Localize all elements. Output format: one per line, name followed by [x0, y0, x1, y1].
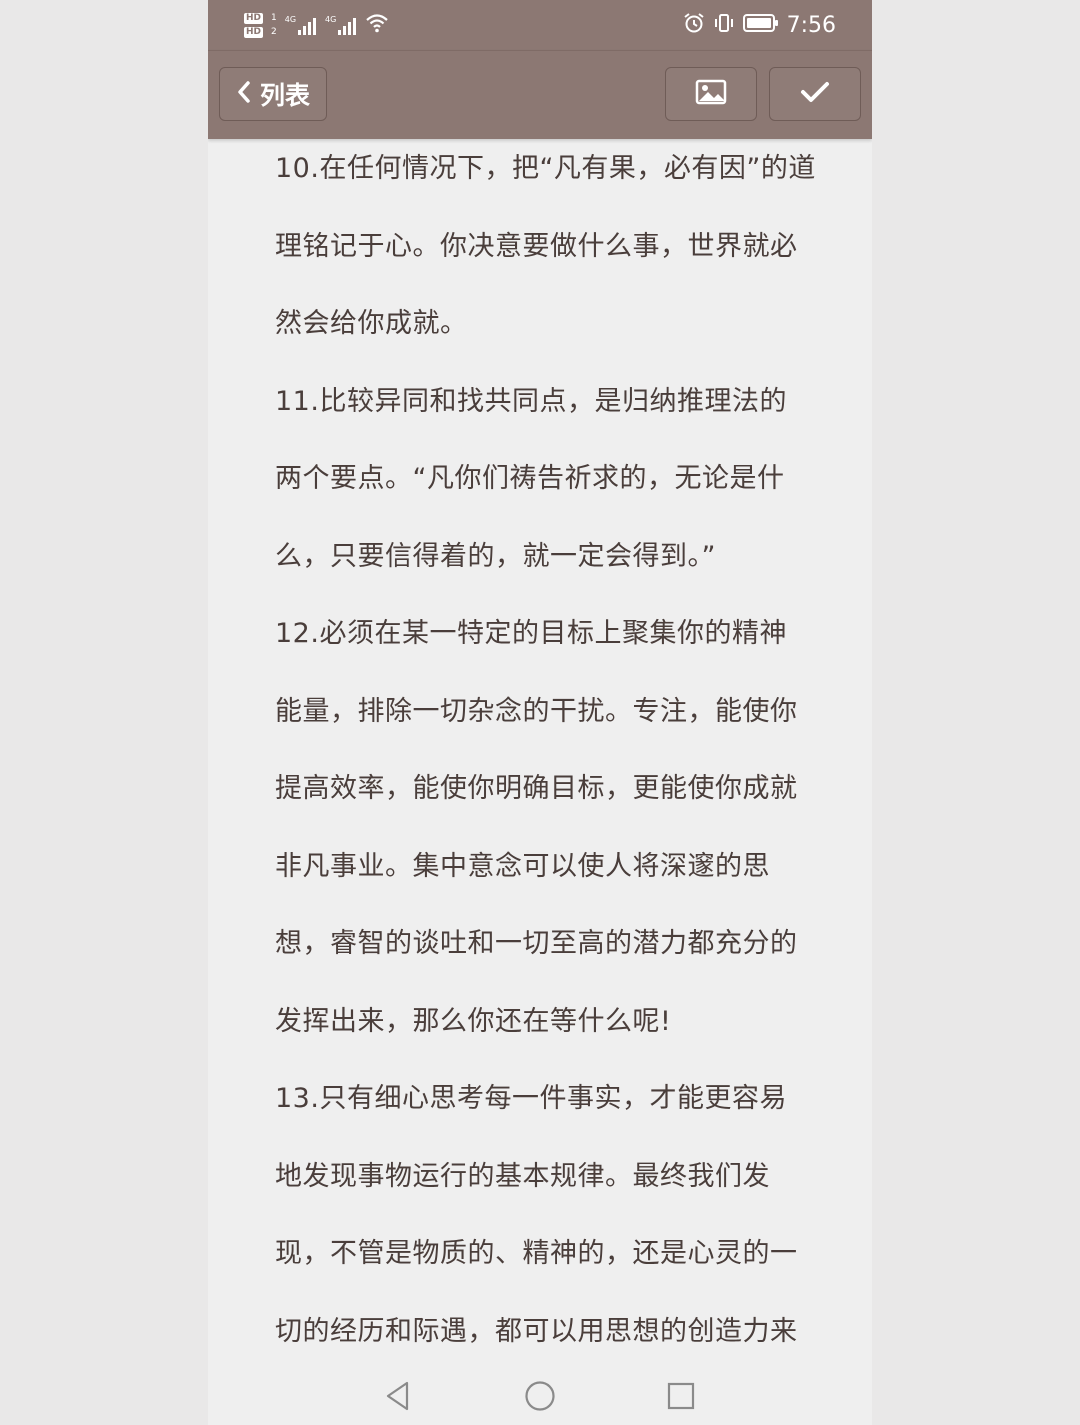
- checkmark-icon: [800, 80, 830, 108]
- content-line: 能量，排除一切杂念的干扰。专注，能使你: [275, 696, 798, 727]
- status-left-group: HD HD 1 2 4G 4G: [244, 6, 389, 44]
- nav-recents-button[interactable]: [661, 1378, 701, 1418]
- signal-icon: 4G: [285, 15, 317, 35]
- hd-badge-2: HD: [244, 26, 264, 38]
- system-nav-bar: [208, 1368, 872, 1425]
- hd-badge-1: HD: [244, 12, 264, 24]
- back-button-label: 列表: [259, 81, 310, 110]
- status-right-group: 7:56: [683, 6, 836, 44]
- content-line: 地发现事物运行的基本规律。最终我们发: [275, 1161, 770, 1192]
- content-line: 想，睿智的谈吐和一切至高的潜力都充分的: [275, 928, 798, 959]
- content-line: 然会给你成就。: [275, 308, 468, 339]
- vibrate-icon: [713, 12, 735, 38]
- sim-slot-2: 2: [271, 26, 277, 37]
- content-line: 提高效率，能使你明确目标，更能使你成就: [275, 773, 798, 804]
- hd-badges: HD HD: [244, 12, 264, 38]
- content-line: 非凡事业。集中意念可以使人将深邃的思: [275, 851, 770, 882]
- toolbar: 列表: [208, 50, 872, 139]
- content-line: 切的经历和际遇，都可以用思想的创造力来: [275, 1316, 798, 1347]
- content-line: 两个要点。“凡你们祷告祈求的，无论是什: [275, 463, 785, 494]
- network-label-1: 4G: [284, 15, 297, 24]
- home-circle-icon: [524, 1380, 556, 1416]
- nav-home-button[interactable]: [520, 1378, 560, 1418]
- back-triangle-icon: [383, 1380, 413, 1416]
- recents-square-icon: [666, 1381, 696, 1415]
- content-line: 11.比较异同和找共同点，是归纳推理法的: [275, 386, 787, 417]
- content-line: 么，只要信得着的，就一定会得到。”: [275, 541, 716, 572]
- wifi-icon: [365, 13, 389, 37]
- chevron-left-icon: [236, 80, 252, 108]
- nav-back-button[interactable]: [378, 1378, 418, 1418]
- alarm-icon: [683, 12, 705, 38]
- content-line: 发挥出来，那么你还在等什么呢!: [275, 1006, 672, 1037]
- sim-slot-1: 1: [271, 12, 277, 23]
- note-content[interactable]: 10.在任何情况下，把“凡有果，必有因”的道 理铭记于心。你决意要做什么事，世界…: [208, 138, 872, 1360]
- insert-image-button[interactable]: [665, 67, 757, 121]
- battery-icon: [742, 13, 779, 37]
- status-bar: HD HD 1 2 4G 4G 7:56: [208, 0, 872, 50]
- content-line: 理铭记于心。你决意要做什么事，世界就必: [275, 231, 798, 262]
- content-line: 10.在任何情况下，把“凡有果，必有因”的道: [275, 153, 816, 184]
- phone-screen: HD HD 1 2 4G 4G 7:56 列表 10.在任何情况下，把“凡有果，…: [208, 0, 872, 1425]
- confirm-button[interactable]: [769, 67, 861, 121]
- status-time: 7:56: [786, 12, 836, 38]
- signal-icon-2: 4G: [325, 15, 357, 35]
- content-line: 13.只有细心思考每一件事实，才能更容易: [275, 1083, 787, 1114]
- content-line: 现，不管是物质的、精神的，还是心灵的一: [275, 1238, 798, 1269]
- network-label-2: 4G: [325, 15, 337, 24]
- image-icon: [695, 79, 727, 109]
- back-to-list-button[interactable]: 列表: [219, 67, 327, 121]
- sim-slots: 1 2: [271, 13, 277, 38]
- content-line: 12.必须在某一特定的目标上聚集你的精神: [275, 618, 787, 649]
